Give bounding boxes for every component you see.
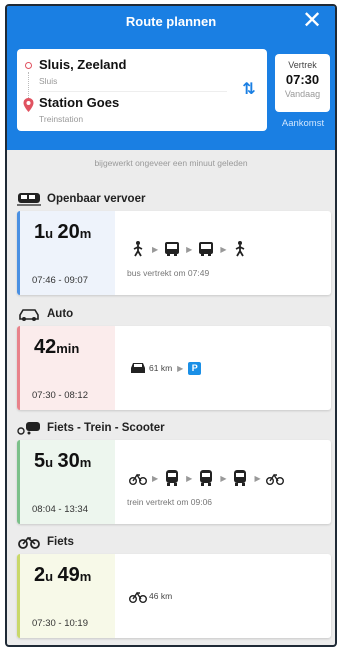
divider bbox=[39, 91, 227, 92]
chevron-right-icon: ▶ bbox=[220, 244, 227, 254]
time-mode-label: Vertrek bbox=[288, 60, 317, 70]
updated-status: bijgewerkt ongeveer een minuut geleden bbox=[94, 158, 248, 168]
chevron-right-icon: ▶ bbox=[177, 363, 184, 373]
duration-panel: 2u 49m 07:30 - 10:19 bbox=[17, 554, 115, 638]
chevron-right-icon: ▶ bbox=[186, 244, 193, 254]
legs: 46 km bbox=[129, 586, 172, 606]
duration: 42min bbox=[34, 336, 80, 358]
walk-icon bbox=[133, 241, 143, 257]
time-day: Vandaag bbox=[284, 89, 321, 99]
time-range: 07:30 - 10:19 bbox=[32, 618, 88, 629]
chevron-right-icon: ▶ bbox=[220, 473, 227, 483]
destination-field[interactable]: Station Goes bbox=[39, 95, 119, 110]
destination-subtitle: Treinstation bbox=[39, 114, 84, 124]
departure-note: trein vertrekt om 09:06 bbox=[127, 497, 213, 507]
duration-panel: 42min 07:30 - 08:12 bbox=[17, 326, 115, 410]
train-icon bbox=[166, 470, 179, 486]
train-icon bbox=[17, 193, 41, 206]
bike-icon bbox=[129, 591, 147, 603]
app-window: Route plannen ✕ Sluis, Zeeland Sluis Sta… bbox=[5, 4, 337, 647]
section-label: Fiets bbox=[47, 536, 74, 548]
walk-icon bbox=[236, 241, 245, 257]
bike-train-icon bbox=[17, 422, 40, 435]
origin-field[interactable]: Sluis, Zeeland bbox=[39, 57, 126, 72]
time-range: 07:30 - 08:12 bbox=[32, 390, 88, 401]
departure-note: bus vertrekt om 07:49 bbox=[127, 268, 210, 278]
destination-pin-icon bbox=[23, 98, 34, 112]
route-connector bbox=[28, 72, 29, 98]
close-icon[interactable]: ✕ bbox=[301, 9, 323, 33]
duration-panel: 5u 30m 08:04 - 13:34 bbox=[17, 440, 115, 524]
car-icon bbox=[131, 363, 145, 373]
section-title-ov: Openbaar vervoer bbox=[17, 190, 145, 208]
time-range: 08:04 - 13:34 bbox=[32, 504, 88, 515]
arrival-toggle-link[interactable]: Aankomst bbox=[273, 118, 333, 129]
car-icon bbox=[19, 309, 39, 321]
route-option-fiets[interactable]: 2u 49m 07:30 - 10:19 46 km bbox=[17, 554, 331, 638]
bus-icon bbox=[199, 242, 214, 256]
bike-icon bbox=[265, 473, 284, 485]
swap-icon[interactable]: ⇅ bbox=[239, 79, 259, 101]
distance: 46 km bbox=[149, 591, 173, 601]
origin-marker-icon bbox=[25, 62, 32, 69]
legs: ▶ ▶ ▶ ▶ bbox=[129, 468, 284, 488]
time-value: 07:30 bbox=[285, 72, 320, 87]
section-label: Fiets - Trein - Scooter bbox=[47, 422, 165, 434]
origin-subtitle: Sluis bbox=[39, 76, 58, 86]
section-title-auto: Auto bbox=[17, 305, 73, 323]
train-icon bbox=[234, 470, 247, 486]
duration: 5u 30m bbox=[34, 450, 92, 472]
section-title-fiets: Fiets bbox=[17, 533, 74, 551]
train-icon bbox=[200, 470, 213, 486]
section-title-fiets-trein: Fiets - Trein - Scooter bbox=[17, 419, 165, 437]
page-title: Route plannen bbox=[125, 14, 217, 29]
header: Route plannen ✕ Sluis, Zeeland Sluis Sta… bbox=[7, 6, 335, 150]
distance: 61 km bbox=[149, 363, 173, 373]
bike-icon bbox=[18, 536, 40, 549]
route-option-fiets-trein[interactable]: 5u 30m 08:04 - 13:34 ▶ ▶ ▶ ▶ trein vertr… bbox=[17, 440, 331, 524]
section-label: Openbaar vervoer bbox=[47, 193, 146, 205]
bike-icon bbox=[129, 473, 147, 485]
legs: ▶ ▶ ▶ bbox=[129, 239, 249, 259]
section-label: Auto bbox=[47, 308, 74, 320]
duration: 1u 20m bbox=[34, 221, 92, 243]
departure-time-button[interactable]: Vertrek 07:30 Vandaag bbox=[275, 54, 330, 112]
time-range: 07:46 - 09:07 bbox=[32, 275, 88, 286]
bus-icon bbox=[165, 242, 180, 256]
chevron-right-icon: ▶ bbox=[254, 473, 261, 483]
route-option-ov[interactable]: 1u 20m 07:46 - 09:07 ▶ ▶ ▶ bus vertrekt … bbox=[17, 211, 331, 295]
duration: 2u 49m bbox=[34, 564, 92, 586]
legs: 61 km ▶ P bbox=[129, 358, 202, 378]
chevron-right-icon: ▶ bbox=[186, 473, 193, 483]
route-box: Sluis, Zeeland Sluis Station Goes Treins… bbox=[17, 49, 267, 131]
route-option-auto[interactable]: 42min 07:30 - 08:12 61 km ▶ P bbox=[17, 326, 331, 410]
chevron-right-icon: ▶ bbox=[152, 473, 159, 483]
chevron-right-icon: ▶ bbox=[152, 244, 159, 254]
duration-panel: 1u 20m 07:46 - 09:07 bbox=[17, 211, 115, 295]
parking-icon: P bbox=[188, 361, 202, 375]
